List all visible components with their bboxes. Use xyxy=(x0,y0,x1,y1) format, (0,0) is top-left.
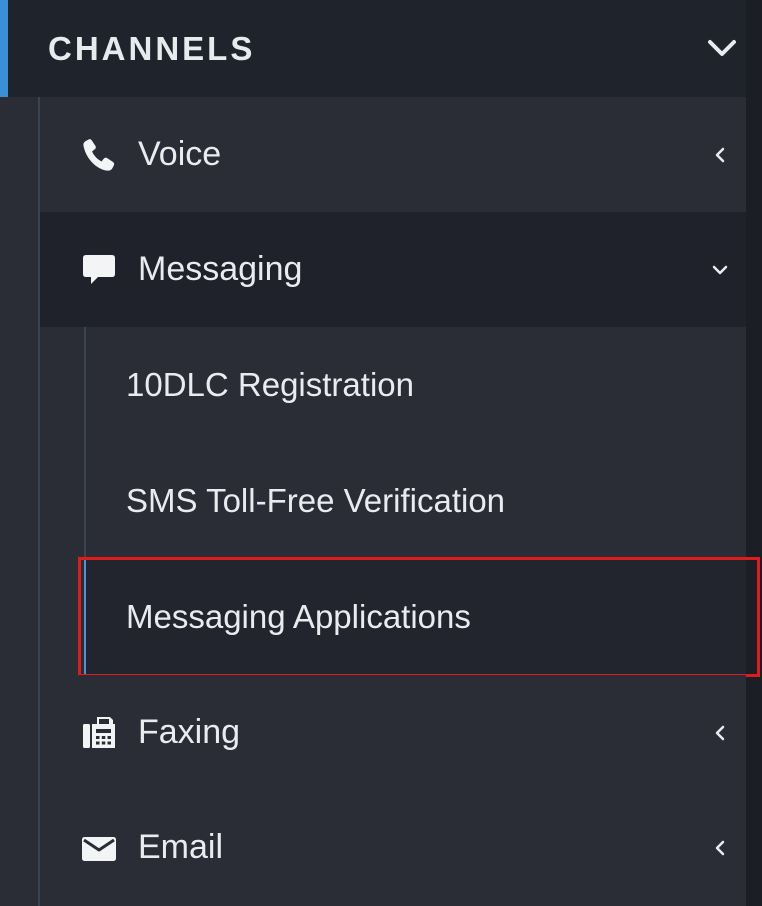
submenu-item-sms-toll-free-verification[interactable]: SMS Toll-Free Verification xyxy=(86,443,746,558)
scrollbar-track[interactable] xyxy=(746,0,762,906)
envelope-icon xyxy=(80,829,118,867)
chat-bubble-icon xyxy=(80,251,118,289)
chevron-down-icon[interactable] xyxy=(704,30,740,66)
submenu-item-10dlc-registration[interactable]: 10DLC Registration xyxy=(86,327,746,442)
sidebar-item-label: Messaging xyxy=(138,250,303,288)
submenu-item-label: 10DLC Registration xyxy=(126,365,414,403)
sidebar-item-email[interactable]: Email xyxy=(40,790,746,905)
phone-icon xyxy=(80,136,118,174)
chevron-left-icon xyxy=(715,147,725,162)
sidebar-item-voice[interactable]: Voice xyxy=(40,97,746,212)
active-item-indicator xyxy=(84,559,86,675)
chevron-left-icon xyxy=(715,725,725,740)
sidebar-item-label: Faxing xyxy=(138,713,241,751)
chevron-left-icon xyxy=(715,840,725,855)
active-section-accent xyxy=(0,0,8,97)
section-header-channels[interactable]: CHANNELS xyxy=(8,0,746,97)
submenu-item-messaging-applications[interactable]: Messaging Applications xyxy=(86,559,746,674)
sidebar-item-label: Email xyxy=(138,828,224,866)
section-title: CHANNELS xyxy=(48,29,256,67)
sidebar-item-messaging[interactable]: Messaging xyxy=(40,212,746,327)
submenu-item-label: Messaging Applications xyxy=(126,597,471,635)
sidebar-item-faxing[interactable]: Faxing xyxy=(40,675,746,790)
fax-icon xyxy=(80,714,118,752)
chevron-down-icon xyxy=(712,265,728,274)
sidebar-item-label: Voice xyxy=(138,135,222,173)
submenu-item-label: SMS Toll-Free Verification xyxy=(126,481,506,519)
